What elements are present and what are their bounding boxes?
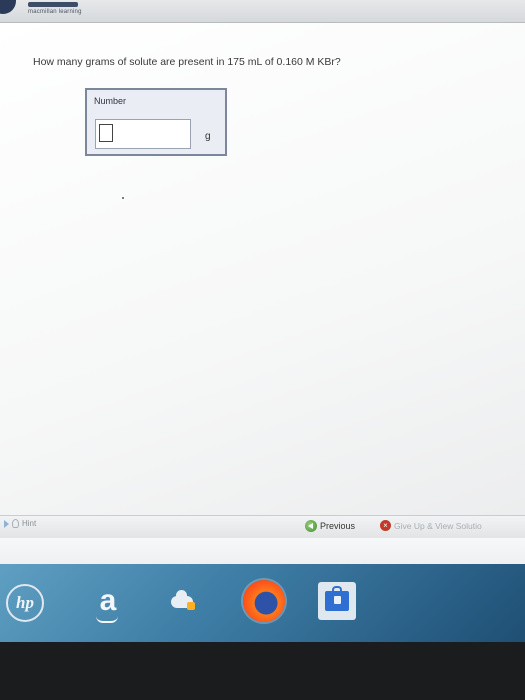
amazon-smile-icon — [96, 616, 118, 623]
cloud-storage-icon[interactable] — [165, 586, 201, 622]
page-bottom-area — [0, 538, 525, 564]
amazon-letter: a — [99, 584, 117, 617]
logo-icon — [0, 0, 16, 14]
previous-label: Previous — [320, 521, 356, 531]
cursor-dot — [122, 197, 124, 199]
logo-wordmark — [28, 2, 78, 7]
previous-button[interactable]: Previous — [305, 520, 355, 532]
brand-text: macmillan learning — [28, 9, 82, 15]
cloud-badge-icon — [187, 602, 195, 610]
store-window-icon — [334, 596, 341, 604]
amazon-icon[interactable]: a — [90, 584, 126, 623]
give-up-button[interactable]: × Give Up & View Solutio — [380, 520, 482, 531]
hp-logo-icon[interactable]: hp — [6, 584, 44, 622]
answer-box: Number g — [85, 88, 227, 156]
hint-label: Hint — [22, 519, 37, 528]
taskbar: hp a — [0, 564, 525, 642]
question-text: How many grams of solute are present in … — [33, 56, 341, 68]
give-up-icon: × — [380, 520, 391, 531]
store-icon[interactable] — [318, 582, 356, 620]
expand-arrow-icon — [4, 519, 9, 528]
app-header: macmillan learning — [0, 0, 525, 23]
previous-arrow-icon — [305, 520, 317, 532]
screen-bezel — [0, 642, 525, 700]
lightbulb-icon — [12, 519, 19, 528]
number-input[interactable] — [95, 119, 191, 149]
firefox-icon[interactable] — [243, 580, 285, 622]
unit-label: g — [205, 131, 211, 142]
answer-label: Number — [94, 96, 127, 106]
question-panel: How many grams of solute are present in … — [0, 23, 525, 515]
question-footer: Hint Previous × Give Up & View Solutio — [0, 515, 525, 539]
give-up-label: Give Up & View Solutio — [394, 520, 482, 531]
store-bag-icon — [325, 591, 349, 611]
hint-button[interactable]: Hint — [4, 519, 36, 528]
